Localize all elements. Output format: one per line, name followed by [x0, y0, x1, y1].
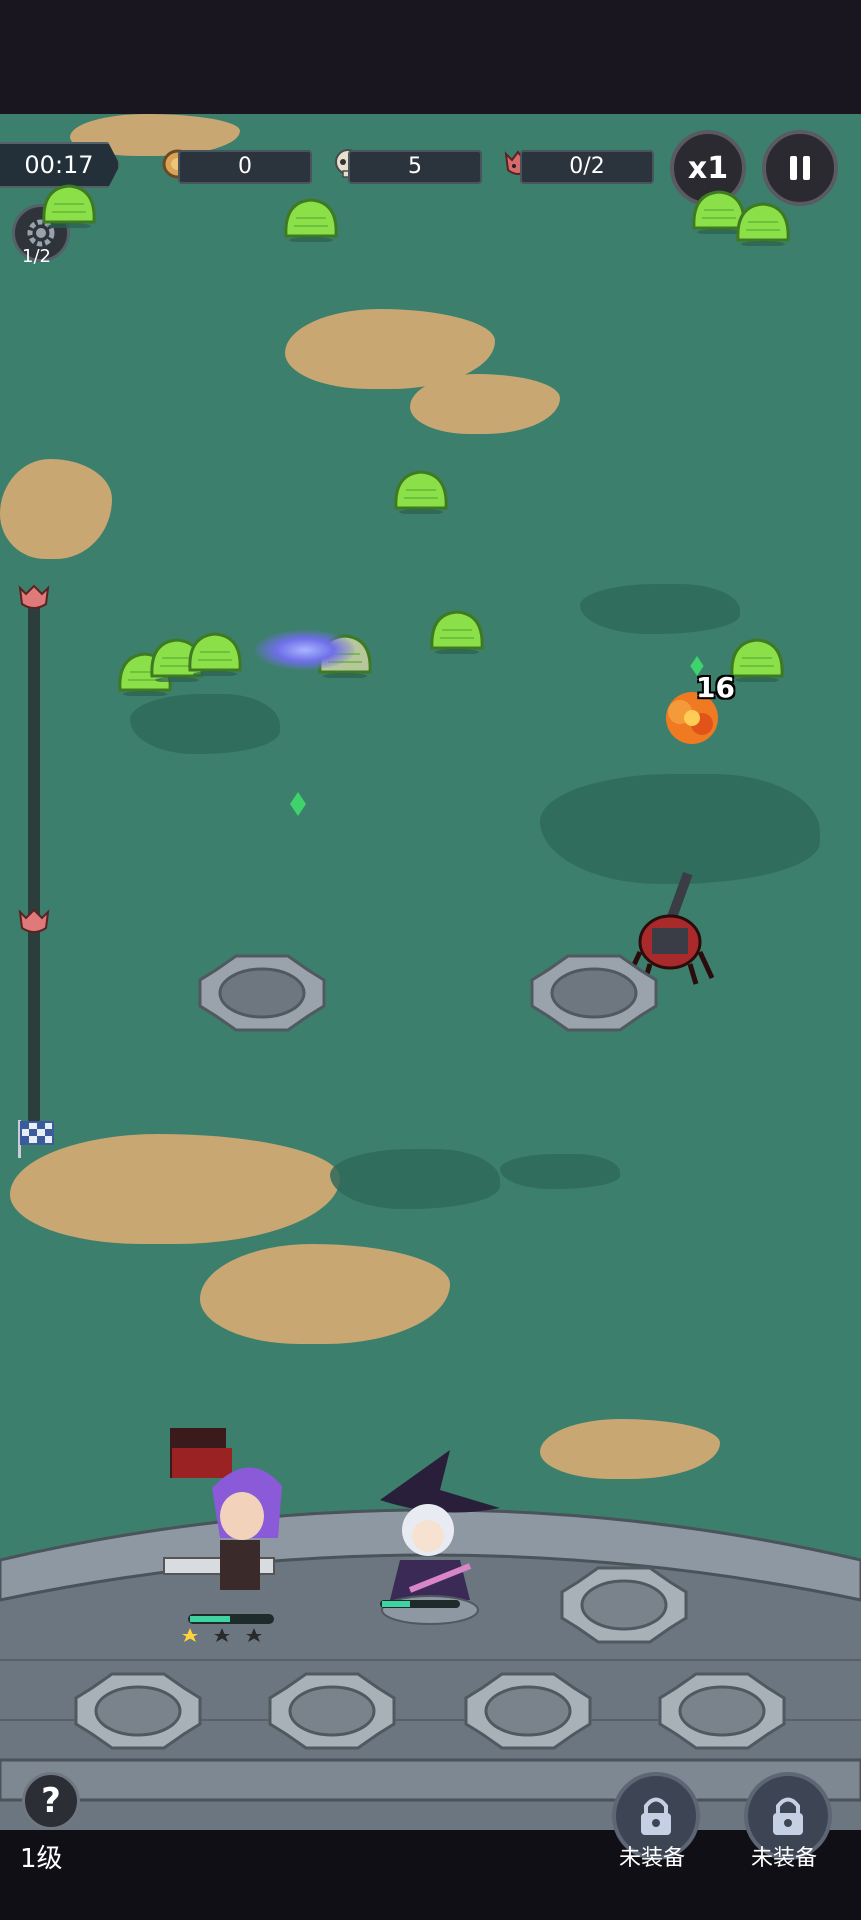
boss-marker-middle	[18, 908, 50, 933]
wall-pad[interactable]	[558, 1562, 690, 1648]
checkered-flag-icon	[18, 1120, 54, 1158]
green-gem-icon	[690, 656, 704, 676]
pause-icon	[790, 156, 810, 180]
slime-enemy	[728, 636, 786, 683]
wall-pad[interactable]	[656, 1668, 788, 1754]
help-button[interactable]: ?	[22, 1772, 80, 1830]
turret-pad[interactable]	[528, 950, 660, 1036]
wave-progress-track	[28, 600, 40, 1125]
shadow-patch	[580, 584, 740, 634]
pause-button[interactable]	[762, 130, 838, 206]
shadow-patch	[500, 1154, 620, 1189]
dirt-patch	[200, 1244, 450, 1344]
hero-purple-hair-engineer[interactable]	[160, 1428, 300, 1654]
question-icon: ?	[41, 1781, 61, 1821]
player-level: 1级	[20, 1844, 63, 1874]
green-gem-icon	[290, 792, 306, 816]
slime-enemy	[392, 468, 450, 515]
equip-slot-2-label: 未装备	[750, 1846, 817, 1871]
wall-pad[interactable]	[462, 1668, 594, 1754]
top-letterbox	[0, 0, 861, 114]
turret-pad[interactable]	[196, 950, 328, 1036]
shadow-patch	[130, 694, 280, 754]
gear-count: 1/2	[22, 246, 51, 267]
kill-counter: 5	[348, 150, 482, 184]
boss-marker-top	[18, 584, 50, 609]
wall-pad[interactable]	[266, 1668, 398, 1754]
magic-bolt	[255, 630, 355, 670]
slime-enemy	[186, 630, 244, 677]
slime-enemy	[428, 608, 486, 655]
lock-icon	[641, 1797, 671, 1835]
slime-enemy	[734, 200, 792, 247]
slime-enemy	[40, 182, 98, 229]
wall-pad[interactable]	[72, 1668, 204, 1754]
equip-slot-1-label: 未装备	[618, 1846, 685, 1871]
hero-witch-mage[interactable]	[360, 1450, 530, 1630]
slime-enemy	[282, 196, 340, 243]
dirt-patch	[540, 1419, 720, 1479]
boss-counter: 0/2	[520, 150, 654, 184]
lock-icon	[773, 1797, 803, 1835]
coin-counter: 0	[178, 150, 312, 184]
dirt-patch	[10, 1134, 340, 1244]
dirt-patch	[410, 374, 560, 434]
shadow-patch	[330, 1149, 500, 1209]
dirt-patch	[0, 459, 112, 559]
